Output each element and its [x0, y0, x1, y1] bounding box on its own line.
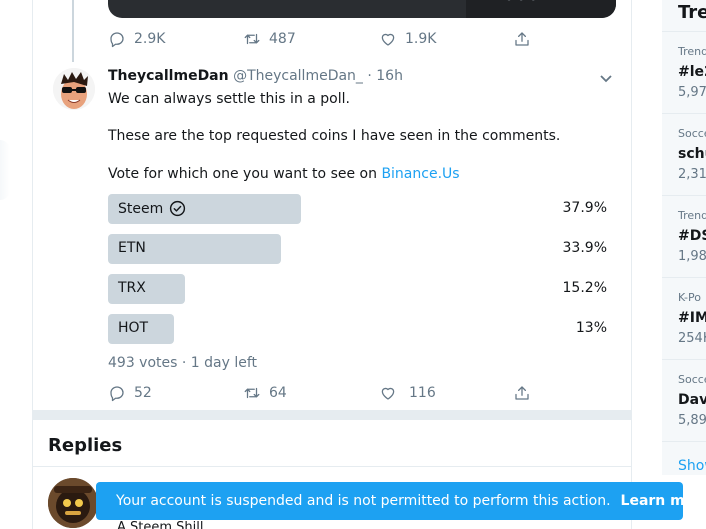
reply-icon: [110, 32, 124, 48]
trends-separator: [662, 441, 706, 442]
tweet-text-line3-prefix: Vote for which one you want to see on: [108, 166, 382, 182]
trend-count: 2,31: [678, 167, 706, 182]
toast-message: Your account is suspended and is not per…: [116, 493, 611, 509]
section-divider: [33, 410, 631, 420]
timeline-column: • • • 2.9K 487 1.9K TheycallmeDan @Theyc…: [32, 0, 632, 529]
trends-sidebar: Tre Trend #le2 5,97 Socce schu 2,31 Tren…: [662, 0, 706, 475]
trends-separator: [662, 31, 706, 32]
media-shade: [466, 0, 616, 18]
poll-option: HOT 13%: [108, 314, 608, 344]
trend-count: 254K: [678, 331, 706, 346]
reply-author-name[interactable]: A Steem Shill: [117, 520, 204, 529]
display-name[interactable]: TheycallmeDan: [108, 68, 229, 84]
reply-icon: [110, 386, 124, 402]
poll-option-percent: 15.2%: [562, 280, 607, 296]
replies-heading: Replies: [48, 435, 123, 456]
trends-title: Tre: [678, 2, 706, 23]
retweet-icon: [244, 387, 260, 399]
reply-avatar[interactable]: [48, 478, 98, 528]
avatar[interactable]: [53, 68, 95, 110]
poll-option: TRX 15.2%: [108, 274, 608, 304]
trends-separator: [662, 113, 706, 114]
tweet-actions: 52 64 116: [33, 384, 631, 404]
like-button[interactable]: 116: [379, 384, 436, 402]
tweet-text-line1: We can always settle this in a poll.: [108, 91, 350, 107]
tweet-text-line2: These are the top requested coins I have…: [108, 128, 561, 144]
trends-separator: [662, 195, 706, 196]
trend-category: Trend: [678, 209, 706, 222]
share-button[interactable]: [513, 30, 531, 48]
chevron-down-icon: [600, 75, 612, 83]
retweet-count: 64: [269, 385, 287, 401]
poll-option-text: TRX: [118, 280, 146, 296]
tweet-text-line3: Vote for which one you want to see on Bi…: [108, 166, 460, 182]
retweet-button[interactable]: 487: [243, 30, 296, 48]
suspended-toast: Your account is suspended and is not per…: [96, 482, 706, 520]
like-count: 1.9K: [405, 31, 437, 47]
poll-option-text: Steem: [118, 200, 164, 217]
reply-button[interactable]: 52: [108, 384, 152, 402]
poll-option: Steem 37.9%: [108, 194, 608, 224]
share-button[interactable]: [513, 384, 531, 402]
poll-meta: 493 votes · 1 day left: [108, 355, 258, 371]
heart-icon: [381, 33, 395, 46]
trend-count: 1,98: [678, 249, 706, 264]
previous-tweet-media[interactable]: • • •: [108, 0, 616, 18]
trend-count: 5,89: [678, 413, 706, 428]
poll-option-text: HOT: [118, 320, 149, 336]
avatar-image: [53, 68, 95, 110]
poll-option-label: TRX: [118, 280, 146, 296]
retweet-count: 487: [269, 31, 296, 47]
trend-category: K-Po: [678, 291, 701, 304]
poll-option-label: ETN: [118, 240, 146, 256]
poll-option: ETN 33.9%: [108, 234, 608, 264]
binance-link[interactable]: Binance.Us: [381, 166, 459, 182]
retweet-button[interactable]: 64: [243, 384, 287, 402]
share-icon: [515, 32, 529, 46]
poll-option-label: Steem: [118, 200, 186, 217]
trend-name: #IM: [678, 310, 706, 326]
media-dots: • • •: [506, 0, 538, 6]
previous-tweet-actions: 2.9K 487 1.9K: [33, 30, 631, 50]
reply-avatar-image: [48, 478, 98, 528]
replies-separator: [33, 466, 631, 467]
handle-timestamp[interactable]: @TheycallmeDan_ · 16h: [233, 68, 403, 84]
trend-name: schu: [678, 146, 706, 162]
heart-icon: [381, 387, 395, 400]
show-more-link[interactable]: Show: [678, 458, 706, 474]
left-gutter-fade: [0, 140, 10, 200]
reply-button[interactable]: 2.9K: [108, 30, 165, 48]
poll-option-percent: 13%: [575, 320, 607, 336]
check-circle-icon: [170, 200, 186, 217]
trend-name: #DS: [678, 228, 706, 244]
tweet-menu-button[interactable]: [599, 70, 613, 84]
trend-category: Trend: [678, 45, 706, 58]
reply-count: 52: [134, 385, 152, 401]
trend-name: Dav: [678, 392, 706, 408]
tweet-header: TheycallmeDan @TheycallmeDan_ · 16h: [108, 68, 403, 84]
trend-category: Socce: [678, 373, 706, 386]
learn-more-link[interactable]: Learn more: [621, 493, 706, 509]
share-icon: [515, 386, 529, 400]
poll-option-percent: 37.9%: [562, 200, 607, 216]
retweet-icon: [244, 33, 260, 45]
left-gutter: [0, 0, 32, 529]
trends-separator: [662, 277, 706, 278]
like-button[interactable]: 1.9K: [379, 30, 436, 48]
trend-category: Socce: [678, 127, 706, 140]
trend-name: #le2: [678, 64, 706, 80]
trend-count: 5,97: [678, 85, 706, 100]
trends-separator: [662, 359, 706, 360]
poll-option-text: ETN: [118, 240, 146, 256]
like-count: 116: [409, 385, 436, 401]
poll-option-label: HOT: [118, 320, 148, 336]
poll-option-percent: 33.9%: [562, 240, 607, 256]
reply-count: 2.9K: [134, 31, 166, 47]
